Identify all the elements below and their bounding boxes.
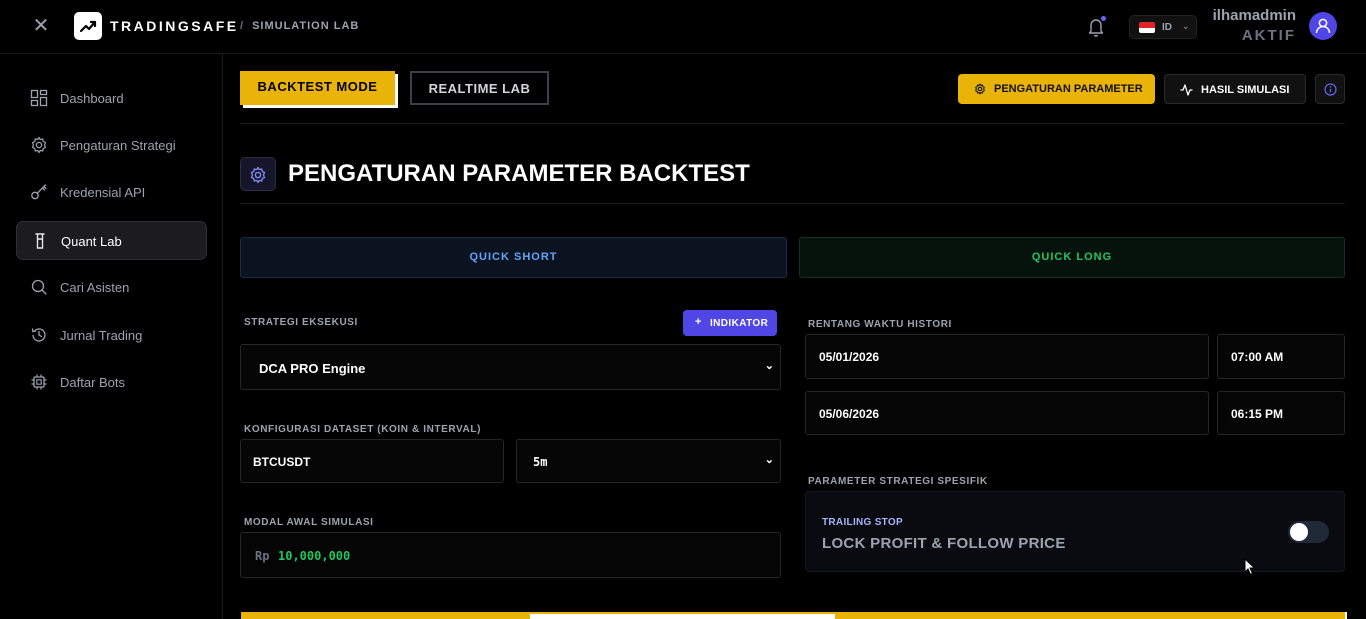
mouse-cursor-icon: [1244, 558, 1256, 576]
add-indikator-button[interactable]: + INDIKATOR: [683, 310, 777, 336]
flask-icon: [35, 233, 45, 249]
username: ilhamadmin: [1212, 7, 1296, 24]
divider: [240, 203, 1345, 204]
input-value: 06:15 PM: [1231, 407, 1284, 421]
chevron-down-icon: ⌄: [1182, 21, 1190, 31]
chevron-down-icon: ⌄: [764, 360, 774, 372]
language-code: ID: [1162, 22, 1172, 33]
trailing-stop-tag: TRAILING STOP: [822, 517, 903, 528]
sidebar-item-label: Kredensial API: [60, 185, 146, 200]
dataset-label: KONFIGURASI DATASET (KOIN & INTERVAL): [244, 424, 482, 435]
coin-input[interactable]: BTCUSDT: [240, 439, 504, 483]
breadcrumb-separator: /: [240, 20, 245, 32]
gear-icon: [31, 136, 47, 154]
gear-icon: [240, 157, 276, 191]
brand-name: TRADINGSAFE: [110, 18, 239, 34]
breadcrumb-current: SIMULATION LAB: [252, 20, 360, 32]
sidebar-item-pengaturan-strategi[interactable]: Pengaturan Strategi: [16, 126, 207, 165]
info-button[interactable]: [1315, 74, 1345, 104]
strategy-label: STRATEGI EKSEKUSI: [244, 317, 358, 328]
specific-params-label: PARAMETER STRATEGI SPESIFIK: [808, 476, 988, 487]
pengaturan-parameter-button[interactable]: PENGATURAN PARAMETER: [958, 74, 1155, 104]
input-value: 05/06/2026: [819, 407, 880, 421]
sidebar-item-label: Daftar Bots: [60, 375, 126, 390]
sidebar-item-jurnal-trading[interactable]: Jurnal Trading: [16, 316, 207, 355]
button-label: HASIL SIMULASI: [1201, 84, 1290, 96]
start-time-input[interactable]: 07:00 AM: [1217, 334, 1345, 379]
dashboard-icon: [30, 89, 48, 107]
trailing-stop-toggle[interactable]: [1288, 521, 1329, 543]
history-icon: [31, 328, 46, 342]
breadcrumb: / SIMULATION LAB: [240, 20, 359, 32]
top-bar: ✕ TRADINGSAFE / SIMULATION LAB ID ⌄ ilham…: [0, 0, 1366, 54]
capital-input[interactable]: Rp 10,000,000: [240, 532, 781, 578]
bottom-action-bar[interactable]: [241, 612, 1345, 619]
avatar[interactable]: [1309, 12, 1337, 40]
select-value: DCA PRO Engine: [259, 361, 366, 376]
end-date-input[interactable]: 05/06/2026: [805, 391, 1209, 435]
quick-long-button[interactable]: QUICK LONG: [799, 237, 1345, 278]
notification-dot: [1101, 16, 1106, 21]
close-icon[interactable]: ✕: [30, 15, 52, 37]
input-value: 07:00 AM: [1231, 350, 1284, 364]
sidebar-item-daftar-bots[interactable]: Daftar Bots: [16, 363, 207, 402]
cpu-icon: [31, 374, 47, 390]
chevron-down-icon: ⌄: [764, 454, 774, 466]
bottom-bar-edge: [1345, 612, 1347, 619]
sidebar: Dashboard Pengaturan Strategi Kredensial…: [0, 54, 223, 619]
key-icon: [31, 184, 47, 200]
interval-select[interactable]: 5m ⌄: [516, 439, 781, 483]
toggle-knob: [1290, 523, 1308, 541]
sidebar-item-label: Cari Asisten: [60, 280, 130, 295]
sidebar-item-quant-lab[interactable]: Quant Lab: [16, 221, 207, 260]
info-icon: [1324, 83, 1337, 96]
language-selector[interactable]: ID ⌄: [1129, 15, 1197, 39]
plus-icon: +: [695, 316, 702, 328]
sidebar-item-label: Pengaturan Strategi: [60, 138, 176, 153]
trailing-stop-card: TRAILING STOP LOCK PROFIT & FOLLOW PRICE: [805, 491, 1345, 572]
start-date-input[interactable]: 05/01/2026: [805, 334, 1209, 379]
sidebar-item-kredensial-api[interactable]: Kredensial API: [16, 173, 207, 212]
currency-prefix: Rp: [255, 549, 270, 563]
hasil-simulasi-button[interactable]: HASIL SIMULASI: [1164, 74, 1306, 104]
button-label: INDIKATOR: [710, 318, 769, 329]
input-value: 05/01/2026: [819, 350, 880, 364]
divider: [240, 123, 1345, 124]
sidebar-item-label: Jurnal Trading: [60, 328, 143, 343]
input-value: BTCUSDT: [253, 455, 311, 469]
range-label: RENTANG WAKTU HISTORI: [808, 319, 952, 330]
input-value: 10,000,000: [278, 549, 351, 563]
select-value: 5m: [533, 455, 548, 469]
flag-icon: [1139, 22, 1155, 33]
capital-label: MODAL AWAL SIMULASI: [244, 517, 374, 528]
gear-icon: [975, 83, 985, 95]
user-icon: [1315, 18, 1331, 34]
sidebar-item-cari-asisten[interactable]: Cari Asisten: [16, 268, 207, 307]
sidebar-item-dashboard[interactable]: Dashboard: [16, 79, 207, 118]
trending-up-icon: [74, 12, 102, 40]
activity-icon: [1180, 84, 1193, 96]
main-content: BACKTEST MODE REALTIME LAB PENGATURAN PA…: [224, 54, 1366, 619]
quick-short-button[interactable]: QUICK SHORT: [240, 237, 787, 278]
strategy-select[interactable]: DCA PRO Engine ⌄: [240, 344, 781, 390]
button-label: PENGATURAN PARAMETER: [994, 83, 1143, 95]
realtime-lab-tab[interactable]: REALTIME LAB: [410, 71, 549, 105]
end-time-input[interactable]: 06:15 PM: [1217, 391, 1345, 435]
trailing-stop-title: LOCK PROFIT & FOLLOW PRICE: [822, 535, 1066, 552]
search-icon: [31, 279, 47, 295]
sidebar-item-label: Dashboard: [60, 91, 124, 106]
bottom-bar-highlight: [530, 614, 835, 619]
user-status: AKTIF: [1241, 27, 1296, 44]
page-title: PENGATURAN PARAMETER BACKTEST: [288, 160, 750, 187]
backtest-mode-tab[interactable]: BACKTEST MODE: [240, 71, 395, 105]
sidebar-item-label: Quant Lab: [61, 234, 122, 249]
